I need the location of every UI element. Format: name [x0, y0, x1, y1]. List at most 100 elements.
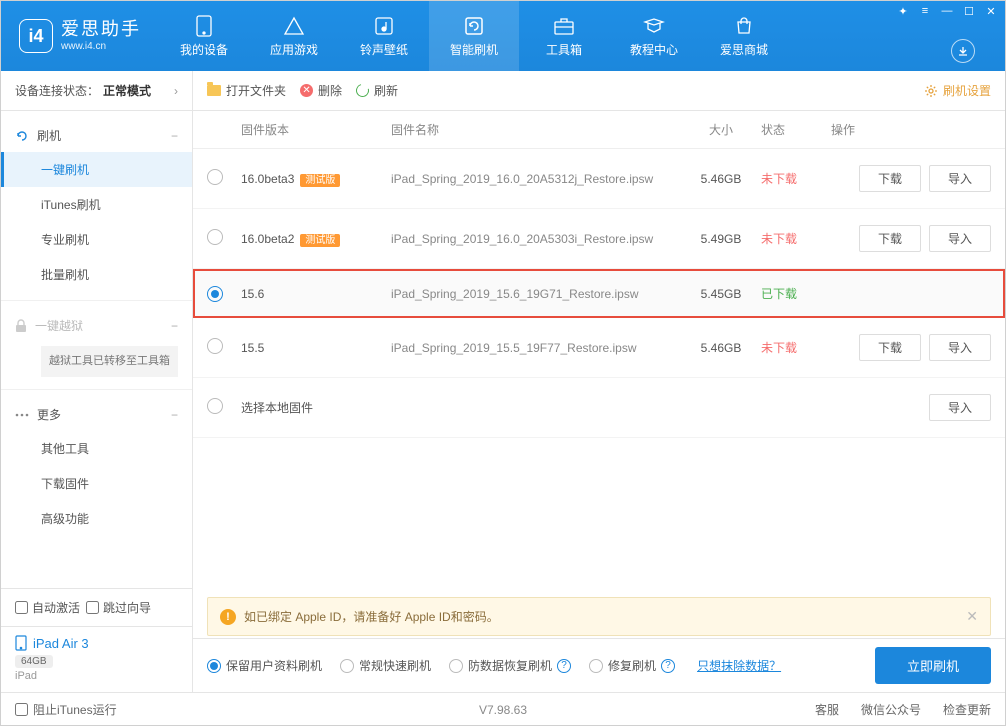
block-itunes-checkbox[interactable]: 阻止iTunes运行 [15, 701, 117, 718]
nav-my-device[interactable]: 我的设备 [159, 1, 249, 71]
opt-normal[interactable]: 常规快速刷机 [340, 657, 431, 674]
version: 16.0beta2测试版 [241, 231, 391, 246]
sidebar-jailbreak-head: 一键越狱 − [1, 309, 192, 342]
device-name[interactable]: iPad Air 3 [15, 635, 178, 651]
device-info: iPad Air 3 64GB iPad [1, 626, 192, 692]
sidebar-item-advanced[interactable]: 高级功能 [1, 501, 192, 536]
device-capacity: 64GB [15, 655, 53, 668]
jailbreak-note: 越狱工具已转移至工具箱 [41, 346, 178, 377]
firmware-row[interactable]: 16.0beta3测试版iPad_Spring_2019_16.0_20A531… [193, 149, 1005, 209]
win-close-icon[interactable]: ✕ [981, 3, 1001, 19]
nav-toolbox[interactable]: 工具箱 [519, 1, 609, 71]
status: 未下载 [761, 339, 831, 356]
import-button[interactable]: 导入 [929, 334, 991, 361]
opt-keep-data[interactable]: 保留用户资料刷机 [207, 657, 322, 674]
nav-flash[interactable]: 智能刷机 [429, 1, 519, 71]
version: 16.0beta3测试版 [241, 171, 391, 186]
titlebar: i4 爱思助手 www.i4.cn 我的设备 应用游戏 铃声壁纸 智能刷机 工具… [1, 1, 1005, 71]
nav-ringtones[interactable]: 铃声壁纸 [339, 1, 429, 71]
opt-recover[interactable]: 防数据恢复刷机? [449, 657, 571, 674]
delete-button[interactable]: ✕删除 [300, 82, 342, 99]
version-label: V7.98.63 [479, 703, 527, 717]
logo-icon: i4 [19, 19, 53, 53]
sidebar-flash-head[interactable]: 刷机 − [1, 119, 192, 152]
firmware-row[interactable]: 15.6iPad_Spring_2019_15.6_19G71_Restore.… [193, 269, 1005, 318]
apps-icon [283, 15, 305, 37]
col-status: 状态 [761, 121, 831, 138]
help-icon[interactable]: ? [557, 659, 571, 673]
download-circle-icon[interactable] [951, 39, 975, 63]
beta-badge: 测试版 [300, 174, 340, 187]
local-firmware-row[interactable]: 选择本地固件 导入 [193, 378, 1005, 438]
radio[interactable] [207, 286, 223, 302]
beta-badge: 测试版 [300, 234, 340, 247]
customer-service-link[interactable]: 客服 [815, 701, 839, 718]
close-icon[interactable]: ✕ [966, 608, 978, 625]
sidebar-item-other[interactable]: 其他工具 [1, 431, 192, 466]
import-button[interactable]: 导入 [929, 394, 991, 421]
radio[interactable] [207, 338, 223, 354]
connection-status[interactable]: 设备连接状态： 正常模式 › [1, 71, 192, 111]
nav-tutorial[interactable]: 教程中心 [609, 1, 699, 71]
sidebar-item-pro[interactable]: 专业刷机 [1, 222, 192, 257]
radio[interactable] [207, 229, 223, 245]
download-button[interactable]: 下载 [859, 225, 921, 252]
firmware-row[interactable]: 15.5iPad_Spring_2019_15.5_19F77_Restore.… [193, 318, 1005, 378]
more-icon [15, 413, 29, 417]
refresh-button[interactable]: 刷新 [356, 82, 398, 99]
firmware-name: iPad_Spring_2019_16.0_20A5312j_Restore.i… [391, 172, 681, 186]
music-icon [373, 15, 395, 37]
sidebar-item-download[interactable]: 下载固件 [1, 466, 192, 501]
auto-activate-checkbox[interactable]: 自动激活 [15, 599, 80, 616]
firmware-row[interactable]: 16.0beta2测试版iPad_Spring_2019_16.0_20A530… [193, 209, 1005, 269]
notice-text: 如已绑定 Apple ID，请准备好 Apple ID和密码。 [244, 608, 499, 625]
skip-guide-checkbox[interactable]: 跳过向导 [86, 599, 151, 616]
col-size: 大小 [681, 121, 761, 138]
opt-fix[interactable]: 修复刷机? [589, 657, 675, 674]
col-ops: 操作 [831, 121, 991, 138]
apple-id-notice: ! 如已绑定 Apple ID，请准备好 Apple ID和密码。 ✕ [207, 597, 991, 636]
firmware-name: iPad_Spring_2019_16.0_20A5303i_Restore.i… [391, 232, 681, 246]
win-maximize-icon[interactable]: ☐ [959, 3, 979, 19]
chevron-right-icon: › [174, 84, 178, 98]
check-update-link[interactable]: 检查更新 [943, 701, 991, 718]
size: 5.46GB [681, 341, 761, 355]
download-button[interactable]: 下载 [859, 165, 921, 192]
import-button[interactable]: 导入 [929, 225, 991, 252]
status: 未下载 [761, 170, 831, 187]
win-menu-icon[interactable]: ≡ [915, 3, 935, 19]
sidebar-more-head[interactable]: 更多 − [1, 398, 192, 431]
sidebar-item-itunes[interactable]: iTunes刷机 [1, 187, 192, 222]
import-button[interactable]: 导入 [929, 165, 991, 192]
app-logo: i4 爱思助手 www.i4.cn [1, 19, 159, 53]
radio[interactable] [207, 169, 223, 185]
sidebar: 设备连接状态： 正常模式 › 刷机 − 一键刷机 iTunes刷机 专业刷机 批… [1, 71, 193, 692]
open-folder-button[interactable]: 打开文件夹 [207, 82, 286, 99]
warning-icon: ! [220, 609, 236, 625]
collapse-icon: − [171, 408, 178, 422]
flash-settings-button[interactable]: 刷机设置 [924, 82, 991, 99]
folder-icon [207, 85, 221, 96]
wechat-link[interactable]: 微信公众号 [861, 701, 921, 718]
shop-icon [733, 15, 755, 37]
win-skin-icon[interactable]: ✦ [893, 3, 913, 19]
status-value: 正常模式 [103, 82, 151, 99]
nav-shop[interactable]: 爱思商城 [699, 1, 789, 71]
device-type: iPad [15, 670, 178, 682]
win-minimize-icon[interactable]: — [937, 3, 957, 19]
help-icon[interactable]: ? [661, 659, 675, 673]
app-name: 爱思助手 [61, 19, 141, 41]
version: 15.5 [241, 341, 391, 355]
firmware-name: iPad_Spring_2019_15.5_19F77_Restore.ipsw [391, 341, 681, 355]
size: 5.45GB [681, 287, 761, 301]
collapse-icon: − [171, 129, 178, 143]
sidebar-item-batch[interactable]: 批量刷机 [1, 257, 192, 292]
flash-now-button[interactable]: 立即刷机 [875, 647, 991, 684]
firmware-name: iPad_Spring_2019_15.6_19G71_Restore.ipsw [391, 287, 681, 301]
nav-apps[interactable]: 应用游戏 [249, 1, 339, 71]
erase-link[interactable]: 只想抹除数据？ [697, 657, 781, 674]
sidebar-item-oneclick[interactable]: 一键刷机 [1, 152, 192, 187]
radio[interactable] [207, 398, 223, 414]
download-button[interactable]: 下载 [859, 334, 921, 361]
flash-icon [463, 15, 485, 37]
